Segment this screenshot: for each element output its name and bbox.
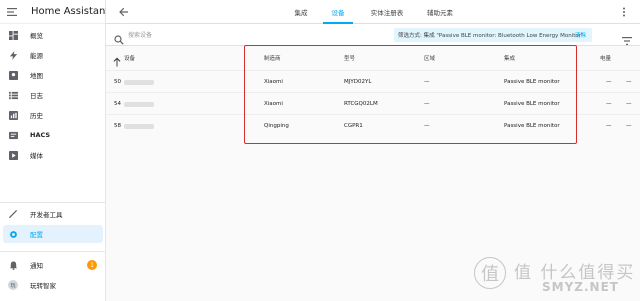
column-header-integration[interactable]: 集成 (504, 54, 515, 62)
battery-cell: — (606, 101, 612, 107)
integration-cell: Passive BLE monitor (504, 123, 560, 129)
hacs-icon (8, 130, 18, 140)
tab-devices[interactable]: 设备 (323, 0, 353, 24)
device-name: 54 (114, 101, 121, 107)
redacted-device-name (124, 80, 154, 85)
home-assistant-app: Home Assistant 概览 能源 地图 日志 历史 HACS 媒体 开发… (0, 0, 640, 301)
sidebar-item-map[interactable]: 地图 (0, 66, 104, 84)
device-name: 50 (114, 79, 121, 85)
table-row[interactable]: 50 Xiaomi MJYD02YL — Passive BLE monitor… (106, 70, 640, 92)
sidebar-item-profile[interactable]: 玩 玩转智家 (0, 276, 104, 294)
avatar: 玩 (8, 280, 18, 290)
model-cell: CGPR1 (344, 123, 363, 129)
manufacturer-cell: Qingping (264, 123, 289, 129)
model-cell: MJYD02YL (344, 79, 372, 85)
sidebar-item-label: 地图 (30, 72, 43, 80)
extra-cell: — (626, 123, 632, 129)
sidebar-item-overview[interactable]: 概览 (0, 26, 104, 44)
app-title: Home Assistant (31, 6, 110, 17)
redacted-device-name (124, 102, 154, 107)
sidebar-item-energy[interactable]: 能源 (0, 46, 104, 64)
menu-icon[interactable] (7, 6, 17, 18)
sidebar-item-developer-tools[interactable]: 开发者工具 (0, 205, 104, 223)
bell-icon (8, 260, 18, 270)
dashboard-icon (8, 30, 18, 40)
device-name: 58 (114, 123, 121, 129)
sort-arrow-up-icon[interactable] (113, 52, 121, 67)
filter-text: 筛选方式: 集成 "Passive BLE monitor: Bluetooth… (398, 33, 584, 39)
battery-cell: — (606, 123, 612, 129)
user-name: 玩转智家 (30, 282, 56, 290)
area-cell: — (424, 123, 430, 129)
sidebar-divider (0, 202, 106, 203)
table-row[interactable]: 58 Qingping CGPR1 — Passive BLE monitor … (106, 114, 640, 136)
filter-chip: 筛选方式: 集成 "Passive BLE monitor: Bluetooth… (394, 28, 592, 42)
sidebar-item-label: 配置 (30, 231, 43, 239)
sidebar-item-label: 通知 (30, 262, 43, 270)
sidebar-item-label: HACS (30, 131, 51, 139)
watermark-english: SMYZ.NET (542, 280, 619, 294)
search-input[interactable] (128, 29, 328, 41)
sidebar-item-label: 历史 (30, 112, 43, 120)
manufacturer-cell: Xiaomi (264, 101, 283, 107)
sidebar-item-settings[interactable]: 配置 (3, 225, 103, 243)
sidebar-item-label: 媒体 (30, 152, 43, 160)
notification-badge: 1 (87, 260, 97, 270)
more-vertical-icon[interactable] (618, 6, 630, 18)
battery-cell: — (606, 79, 612, 85)
back-arrow-icon[interactable] (118, 6, 130, 18)
redacted-device-name (124, 124, 154, 129)
search-bar: 筛选方式: 集成 "Passive BLE monitor: Bluetooth… (106, 24, 640, 46)
media-icon (8, 150, 18, 160)
filter-icon[interactable] (622, 30, 632, 45)
sidebar-item-media[interactable]: 媒体 (0, 146, 104, 164)
wrench-icon (8, 209, 18, 219)
lightning-icon (8, 50, 18, 60)
sidebar-item-hacs[interactable]: HACS (0, 126, 104, 144)
gear-icon (8, 229, 18, 239)
sidebar-header: Home Assistant (0, 0, 109, 24)
manufacturer-cell: Xiaomi (264, 79, 283, 85)
tab-entities[interactable]: 实体注册表 (364, 0, 410, 24)
model-cell: RTCGQ02LM (344, 101, 378, 107)
sidebar-item-label: 概览 (30, 32, 43, 40)
chart-icon (8, 110, 18, 120)
extra-cell: — (626, 79, 632, 85)
integration-cell: Passive BLE monitor (504, 101, 560, 107)
sidebar: Home Assistant 概览 能源 地图 日志 历史 HACS 媒体 开发… (0, 0, 109, 301)
sidebar-item-logbook[interactable]: 日志 (0, 86, 104, 104)
area-cell: — (424, 101, 430, 107)
column-header-device[interactable]: 设备 (124, 54, 135, 62)
list-icon (8, 90, 18, 100)
top-bar: 集成 设备 实体注册表 辅助元素 (106, 0, 640, 24)
column-header-manufacturer[interactable]: 制造商 (264, 54, 281, 62)
extra-cell: — (626, 101, 632, 107)
column-header-battery[interactable]: 电量 (600, 54, 611, 62)
sidebar-item-label: 能源 (30, 52, 43, 60)
table-row[interactable]: 54 Xiaomi RTCGQ02LM — Passive BLE monito… (106, 92, 640, 114)
tab-integrations[interactable]: 集成 (286, 0, 316, 24)
table-header: 设备 制造商 型号 区域 集成 电量 (106, 46, 640, 68)
sidebar-item-label: 开发者工具 (30, 211, 63, 219)
column-header-model[interactable]: 型号 (344, 54, 355, 62)
area-cell: — (424, 79, 430, 85)
search-icon (114, 30, 124, 45)
sidebar-divider (0, 251, 106, 252)
watermark: 值 值 什么值得买 SMYZ.NET (474, 255, 634, 297)
integration-cell: Passive BLE monitor (504, 79, 560, 85)
map-icon (8, 70, 18, 80)
sidebar-item-label: 日志 (30, 92, 43, 100)
tab-helpers[interactable]: 辅助元素 (420, 0, 460, 24)
clear-filter-button[interactable]: 清除 (575, 31, 586, 39)
watermark-logo: 值 (474, 257, 506, 289)
avatar-wrapper: 玩 (8, 280, 18, 290)
sidebar-item-notifications[interactable]: 通知 1 (0, 256, 104, 274)
sidebar-item-history[interactable]: 历史 (0, 106, 104, 124)
column-header-area[interactable]: 区域 (424, 54, 435, 62)
